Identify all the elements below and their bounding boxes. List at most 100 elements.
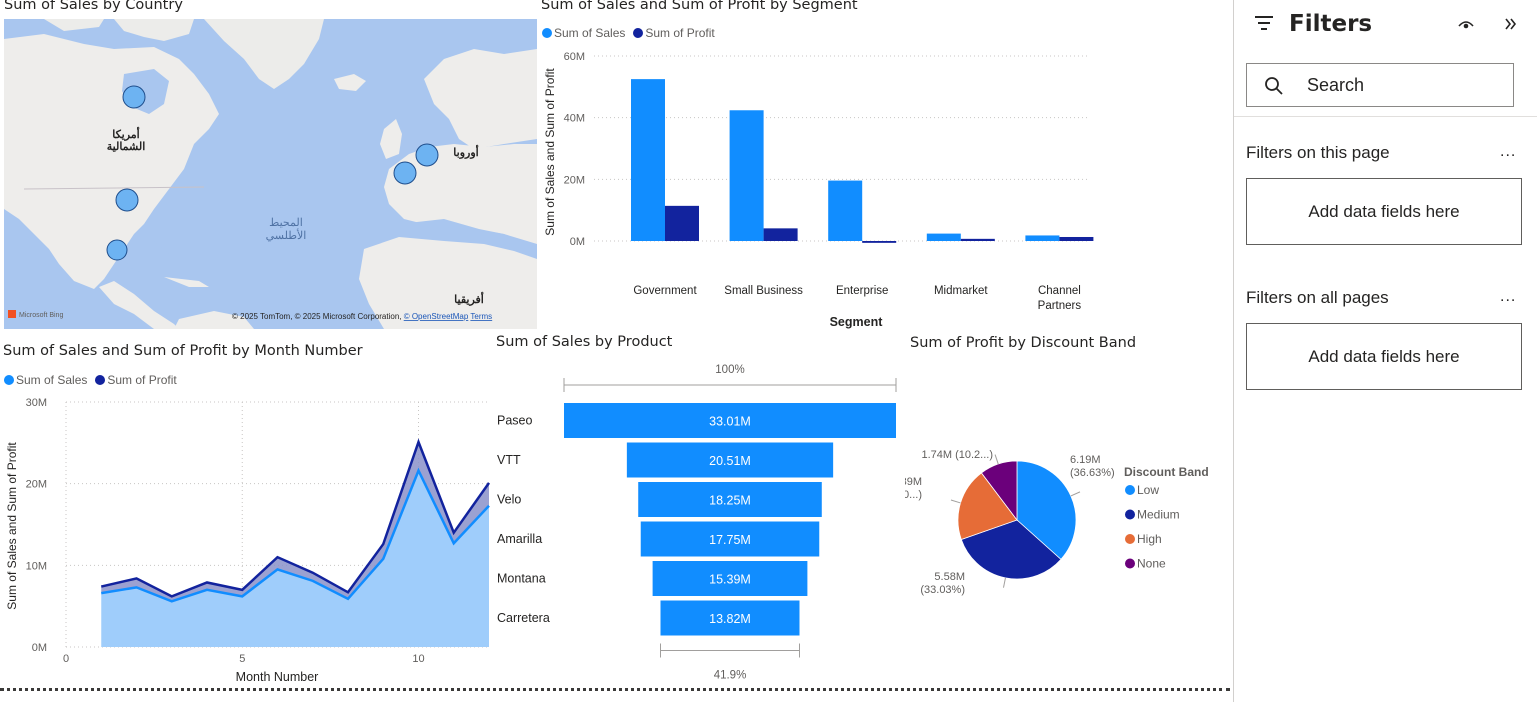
pie-legend-dot	[1125, 485, 1135, 495]
land-arctic-2	[44, 19, 104, 31]
segment-bar-sales	[926, 233, 961, 241]
pie-legend-label: None	[1137, 557, 1166, 571]
funnel-category-label: Velo	[497, 493, 521, 507]
legend-item-sales[interactable]: Sum of Sales	[542, 26, 625, 40]
search-icon	[1265, 77, 1283, 95]
month-xaxis-title: Month Number	[236, 670, 319, 684]
pie-legend-label: Low	[1137, 483, 1159, 497]
land-arctic	[114, 19, 194, 41]
segment-bar-profit	[665, 205, 699, 241]
pie-data-label: (36.63%)	[1070, 467, 1115, 479]
discount-pie-chart[interactable]: 6.19M(36.63%) 5.58M(33.03%) 3.39M(20.0...)…	[905, 430, 1225, 610]
month-ytick-label: 0M	[32, 642, 47, 654]
segment-bar-sales	[729, 110, 764, 242]
map-attribution: © 2025 TomTom, © 2025 Microsoft Corporat…	[232, 312, 492, 321]
funnel-category-label: Montana	[497, 572, 546, 586]
segment-bar-sales	[631, 79, 665, 241]
month-ytick-label: 20M	[26, 479, 47, 491]
pie-data-label: (20.0...)	[905, 489, 922, 501]
land-cuba	[164, 277, 209, 287]
land-scandinavia	[424, 49, 537, 149]
label-atlantic-2: الأطلسي	[266, 228, 307, 242]
segment-chart-title: Sum of Sales and Sum of Profit by Segmen…	[541, 0, 858, 13]
bubble-france[interactable]	[393, 161, 417, 185]
funnel-category-label: Amarilla	[497, 532, 542, 546]
funnel-value-label: 18.25M	[709, 494, 751, 508]
month-area-chart[interactable]: 0M 10M 20M 30M 0 5 10 Month Number Sum of Sales …	[0, 390, 495, 687]
legend-label-profit-month: Sum of Profit	[107, 373, 177, 387]
filters-divider	[1234, 116, 1537, 117]
filters-on-this-page-label: Filters on this page	[1246, 143, 1390, 162]
land-iceland	[334, 74, 366, 91]
segment-xtick-label: Partners	[1038, 300, 1082, 312]
pie-legend-dot	[1125, 534, 1135, 544]
segment-bar-profit	[763, 228, 798, 241]
legend-dot-profit-month	[95, 375, 106, 385]
filters-pane: Filters Search Filters on this page ... …	[1233, 0, 1537, 702]
legend-item-sales-month[interactable]: Sum of Sales	[4, 373, 87, 387]
bubble-usa[interactable]	[115, 188, 139, 212]
legend-label-profit: Sum of Profit	[645, 26, 715, 40]
legend-item-profit[interactable]: Sum of Profit	[633, 26, 715, 40]
segment-xtick-label: Enterprise	[836, 285, 888, 297]
segment-legend: Sum of Sales Sum of Profit	[542, 26, 721, 40]
month-ytick-label: 30M	[26, 397, 47, 409]
segment-ytick-label: 0M	[570, 236, 585, 248]
pie-legend-dot	[1125, 558, 1135, 569]
month-legend: Sum of Sales Sum of Profit	[4, 373, 183, 387]
segment-bar-sales	[828, 180, 863, 241]
month-yaxis-title: Sum of Sales and Sum of Profit	[5, 442, 19, 610]
legend-label-sales-month: Sum of Sales	[16, 373, 88, 387]
segment-xtick-label: Midmarket	[934, 285, 988, 297]
bubble-germany[interactable]	[415, 143, 439, 167]
label-north-america-2: الشمالية	[107, 141, 146, 153]
segment-bar-profit	[960, 238, 995, 241]
filters-title: Filters	[1289, 11, 1373, 37]
map-svg: أمريكا الشمالية أوروبا المحيط الأطلسي أف…	[4, 19, 537, 329]
legend-item-profit-month[interactable]: Sum of Profit	[95, 373, 177, 387]
funnel-value-label: 33.01M	[709, 415, 751, 429]
filters-page-more-button[interactable]: ...	[1500, 143, 1516, 161]
funnel-top-label: 100%	[715, 364, 744, 376]
filter-icon	[1255, 16, 1273, 30]
bing-label: Microsoft Bing	[19, 312, 63, 319]
month-xtick-label: 10	[412, 653, 424, 665]
pie-leader-line	[1003, 577, 1006, 588]
product-chart-title: Sum of Sales by Product	[496, 334, 673, 350]
pie-legend-dot	[1125, 509, 1135, 520]
collapse-chevron-icon[interactable]	[1504, 17, 1518, 31]
segment-bar-sales	[1025, 235, 1060, 241]
bubble-canada[interactable]	[122, 85, 146, 109]
legend-dot-sales	[542, 28, 552, 38]
funnel-value-label: 17.75M	[709, 533, 751, 547]
label-africa: أفريقيا	[454, 292, 484, 306]
pie-leader-line	[994, 454, 999, 465]
filters-all-more-button[interactable]: ...	[1500, 288, 1516, 306]
segment-yaxis-title: Sum of Sales and Sum of Profit	[543, 68, 557, 236]
search-placeholder: Search	[1307, 75, 1365, 95]
product-funnel-chart[interactable]: 100% 33.01M Paseo 20.51M VTT 18.25M Velo 17.75M…	[490, 355, 910, 685]
legend-dot-sales-month	[4, 375, 14, 385]
bubble-mexico[interactable]	[106, 239, 128, 261]
filters-all-dropzone[interactable]: Add data fields here	[1246, 323, 1522, 390]
funnel-category-label: VTT	[497, 453, 521, 467]
label-europe: أوروبا	[453, 145, 478, 159]
pie-data-label: (33.03%)	[920, 584, 965, 596]
segment-ytick-label: 40M	[564, 113, 585, 125]
legend-label-sales: Sum of Sales	[554, 26, 626, 40]
filters-page-dropzone[interactable]: Add data fields here	[1246, 178, 1522, 245]
eye-icon[interactable]	[1458, 17, 1474, 31]
segment-xtick-label: Government	[633, 285, 697, 297]
pie-data-label: 5.58M	[934, 571, 965, 583]
land-greenland	[204, 19, 324, 89]
filters-search-input[interactable]: Search	[1246, 63, 1514, 107]
segment-bar-chart[interactable]: 0M 20M 40M 60M Government Small Business Enter…	[537, 40, 1097, 335]
funnel-bottom-label: 41.9%	[714, 670, 747, 682]
funnel-value-label: 20.51M	[709, 454, 751, 468]
filters-on-all-pages-label: Filters on all pages	[1246, 288, 1389, 307]
pie-legend-label: Medium	[1137, 508, 1180, 522]
country-map[interactable]: أمريكا الشمالية أوروبا المحيط الأطلسي أف…	[4, 19, 537, 329]
map-title: Sum of Sales by Country	[4, 0, 183, 13]
land-uk	[380, 119, 402, 159]
land-central-america	[99, 281, 179, 329]
